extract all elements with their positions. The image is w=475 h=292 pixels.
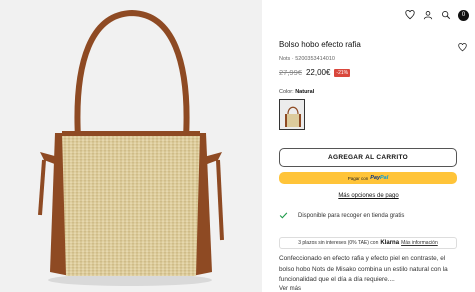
paypal-button[interactable]: Pagar con PayPal — [279, 172, 457, 184]
discount-badge: -21% — [334, 68, 351, 77]
color-label-text: Color: — [279, 89, 294, 95]
store-pickup-availability: Disponible para recoger en tienda gratis — [279, 211, 404, 220]
product-title: Bolso hobo efecto rafia — [279, 40, 361, 49]
product-image — [38, 9, 224, 286]
color-label: Color: Natural — [279, 89, 314, 95]
klarna-more-info-link[interactable]: Más información — [401, 240, 438, 246]
color-swatch-natural[interactable] — [279, 99, 305, 130]
header-icons: 0 — [404, 9, 469, 21]
paypal-prefix: Pagar con — [347, 175, 369, 181]
paypal-logo: PayPal — [370, 175, 388, 181]
color-value: Natural — [295, 89, 315, 95]
product-sku: Nots · 5200353414010 — [279, 56, 335, 62]
availability-text: Disponible para recoger en tienda gratis — [298, 212, 405, 219]
search-icon[interactable] — [440, 9, 452, 21]
user-icon[interactable] — [422, 9, 434, 21]
old-price: 27,99€ — [279, 68, 302, 77]
add-to-cart-button[interactable]: AGREGAR AL CARRITO — [279, 148, 457, 167]
check-icon — [279, 212, 288, 219]
swatch-thumbnail — [285, 106, 301, 127]
see-more-link[interactable]: Ver más — [279, 286, 301, 292]
paypal-logo-pal: Pal — [380, 175, 389, 181]
product-image-panel[interactable] — [0, 0, 262, 292]
favorite-heart-icon[interactable] — [458, 39, 467, 57]
cart-count: 0 — [461, 12, 466, 18]
price-block: 27,99€ 22,00€ -21% — [279, 68, 351, 77]
wishlist-heart-icon[interactable] — [404, 9, 416, 21]
cart-count-badge[interactable]: 0 — [458, 9, 469, 21]
klarna-text: 3 plazos sin intereses (0% TAE) con — [298, 240, 379, 246]
product-details: 0 Bolso hobo efecto rafia Nots · 5200353… — [262, 0, 475, 292]
klarna-logo: Klarna — [380, 240, 400, 246]
product-description: Confeccionado en efecto rafia y efecto p… — [279, 255, 448, 283]
paypal-logo-pay: Pay — [370, 175, 381, 181]
more-payment-options-link[interactable]: Más opciones de pago — [262, 193, 475, 199]
klarna-banner: 3 plazos sin intereses (0% TAE) con Klar… — [279, 237, 457, 249]
current-price: 22,00€ — [305, 68, 331, 77]
